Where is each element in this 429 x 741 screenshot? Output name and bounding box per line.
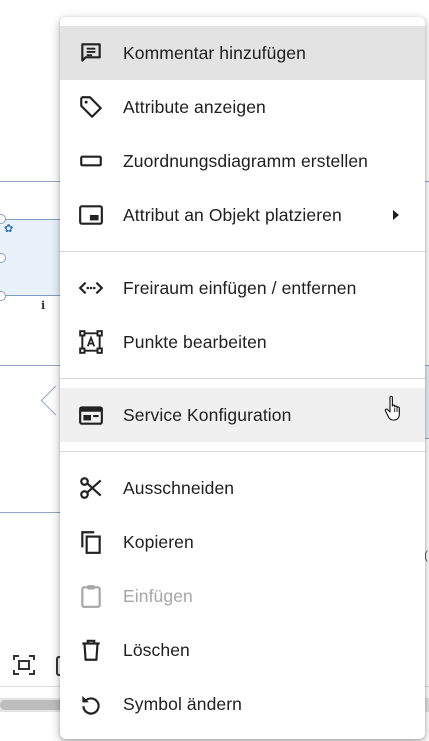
menu-item-place-attribute[interactable]: Attribut an Objekt platzieren (60, 188, 425, 242)
hand-pointer-cursor-icon (384, 395, 400, 421)
menu-item-delete[interactable]: Löschen (60, 623, 425, 677)
menu-divider (60, 378, 425, 379)
menu-item-label: Service Konfiguration (123, 404, 292, 425)
menu-item-show-attributes[interactable]: Attribute anzeigen (60, 80, 425, 134)
menu-item-cut[interactable]: Ausschneiden (60, 461, 425, 515)
service-config-icon (78, 402, 104, 428)
menu-item-label: Ausschneiden (123, 477, 235, 498)
menu-item-label: Freiraum einfügen / entfernen (123, 277, 357, 298)
rectangle-outline-icon (78, 148, 104, 174)
clipboard-icon (78, 583, 104, 609)
menu-item-label: Zuordnungsdiagramm erstellen (123, 150, 369, 171)
resize-handle[interactable] (0, 291, 6, 301)
copy-icon (78, 529, 104, 555)
menu-item-copy[interactable]: Kopieren (60, 515, 425, 569)
text-frame-icon (78, 329, 104, 355)
menu-item-add-comment[interactable]: Kommentar hinzufügen (60, 26, 425, 80)
menu-item-label: Einfügen (123, 585, 193, 606)
menu-item-label: Attribut an Objekt platzieren (123, 204, 342, 225)
menu-item-label: Punkte bearbeiten (123, 331, 267, 352)
menu-item-label: Kommentar hinzufügen (123, 42, 306, 63)
trash-icon (78, 637, 104, 663)
menu-item-label: Löschen (123, 639, 190, 660)
menu-divider (60, 451, 425, 452)
menu-item-create-assignment-diagram[interactable]: Zuordnungsdiagramm erstellen (60, 134, 425, 188)
menu-item-label: Symbol ändern (123, 693, 243, 714)
menu-item-service-configuration[interactable]: Service Konfiguration (60, 388, 425, 442)
context-menu: Kommentar hinzufügen Attribute anzeigen … (60, 17, 425, 739)
comment-icon (78, 40, 104, 66)
gear-icon: ✿ (4, 223, 14, 235)
picture-in-picture-icon (78, 202, 104, 228)
tag-icon (78, 94, 104, 120)
submenu-arrow-icon (393, 210, 399, 220)
menu-item-label: Kopieren (123, 531, 194, 552)
info-icon: i (41, 299, 46, 312)
menu-divider (60, 251, 425, 252)
code-arrows-icon (78, 275, 104, 301)
rotate-icon (78, 691, 104, 717)
menu-item-insert-remove-space[interactable]: Freiraum einfügen / entfernen (60, 261, 425, 315)
scissors-icon (78, 475, 104, 501)
fit-to-screen-icon[interactable] (12, 654, 36, 676)
menu-item-label: Attribute anzeigen (123, 96, 266, 117)
menu-item-paste[interactable]: Einfügen (60, 569, 425, 623)
menu-item-edit-points[interactable]: Punkte bearbeiten (60, 315, 425, 369)
menu-item-change-symbol[interactable]: Symbol ändern (60, 677, 425, 731)
